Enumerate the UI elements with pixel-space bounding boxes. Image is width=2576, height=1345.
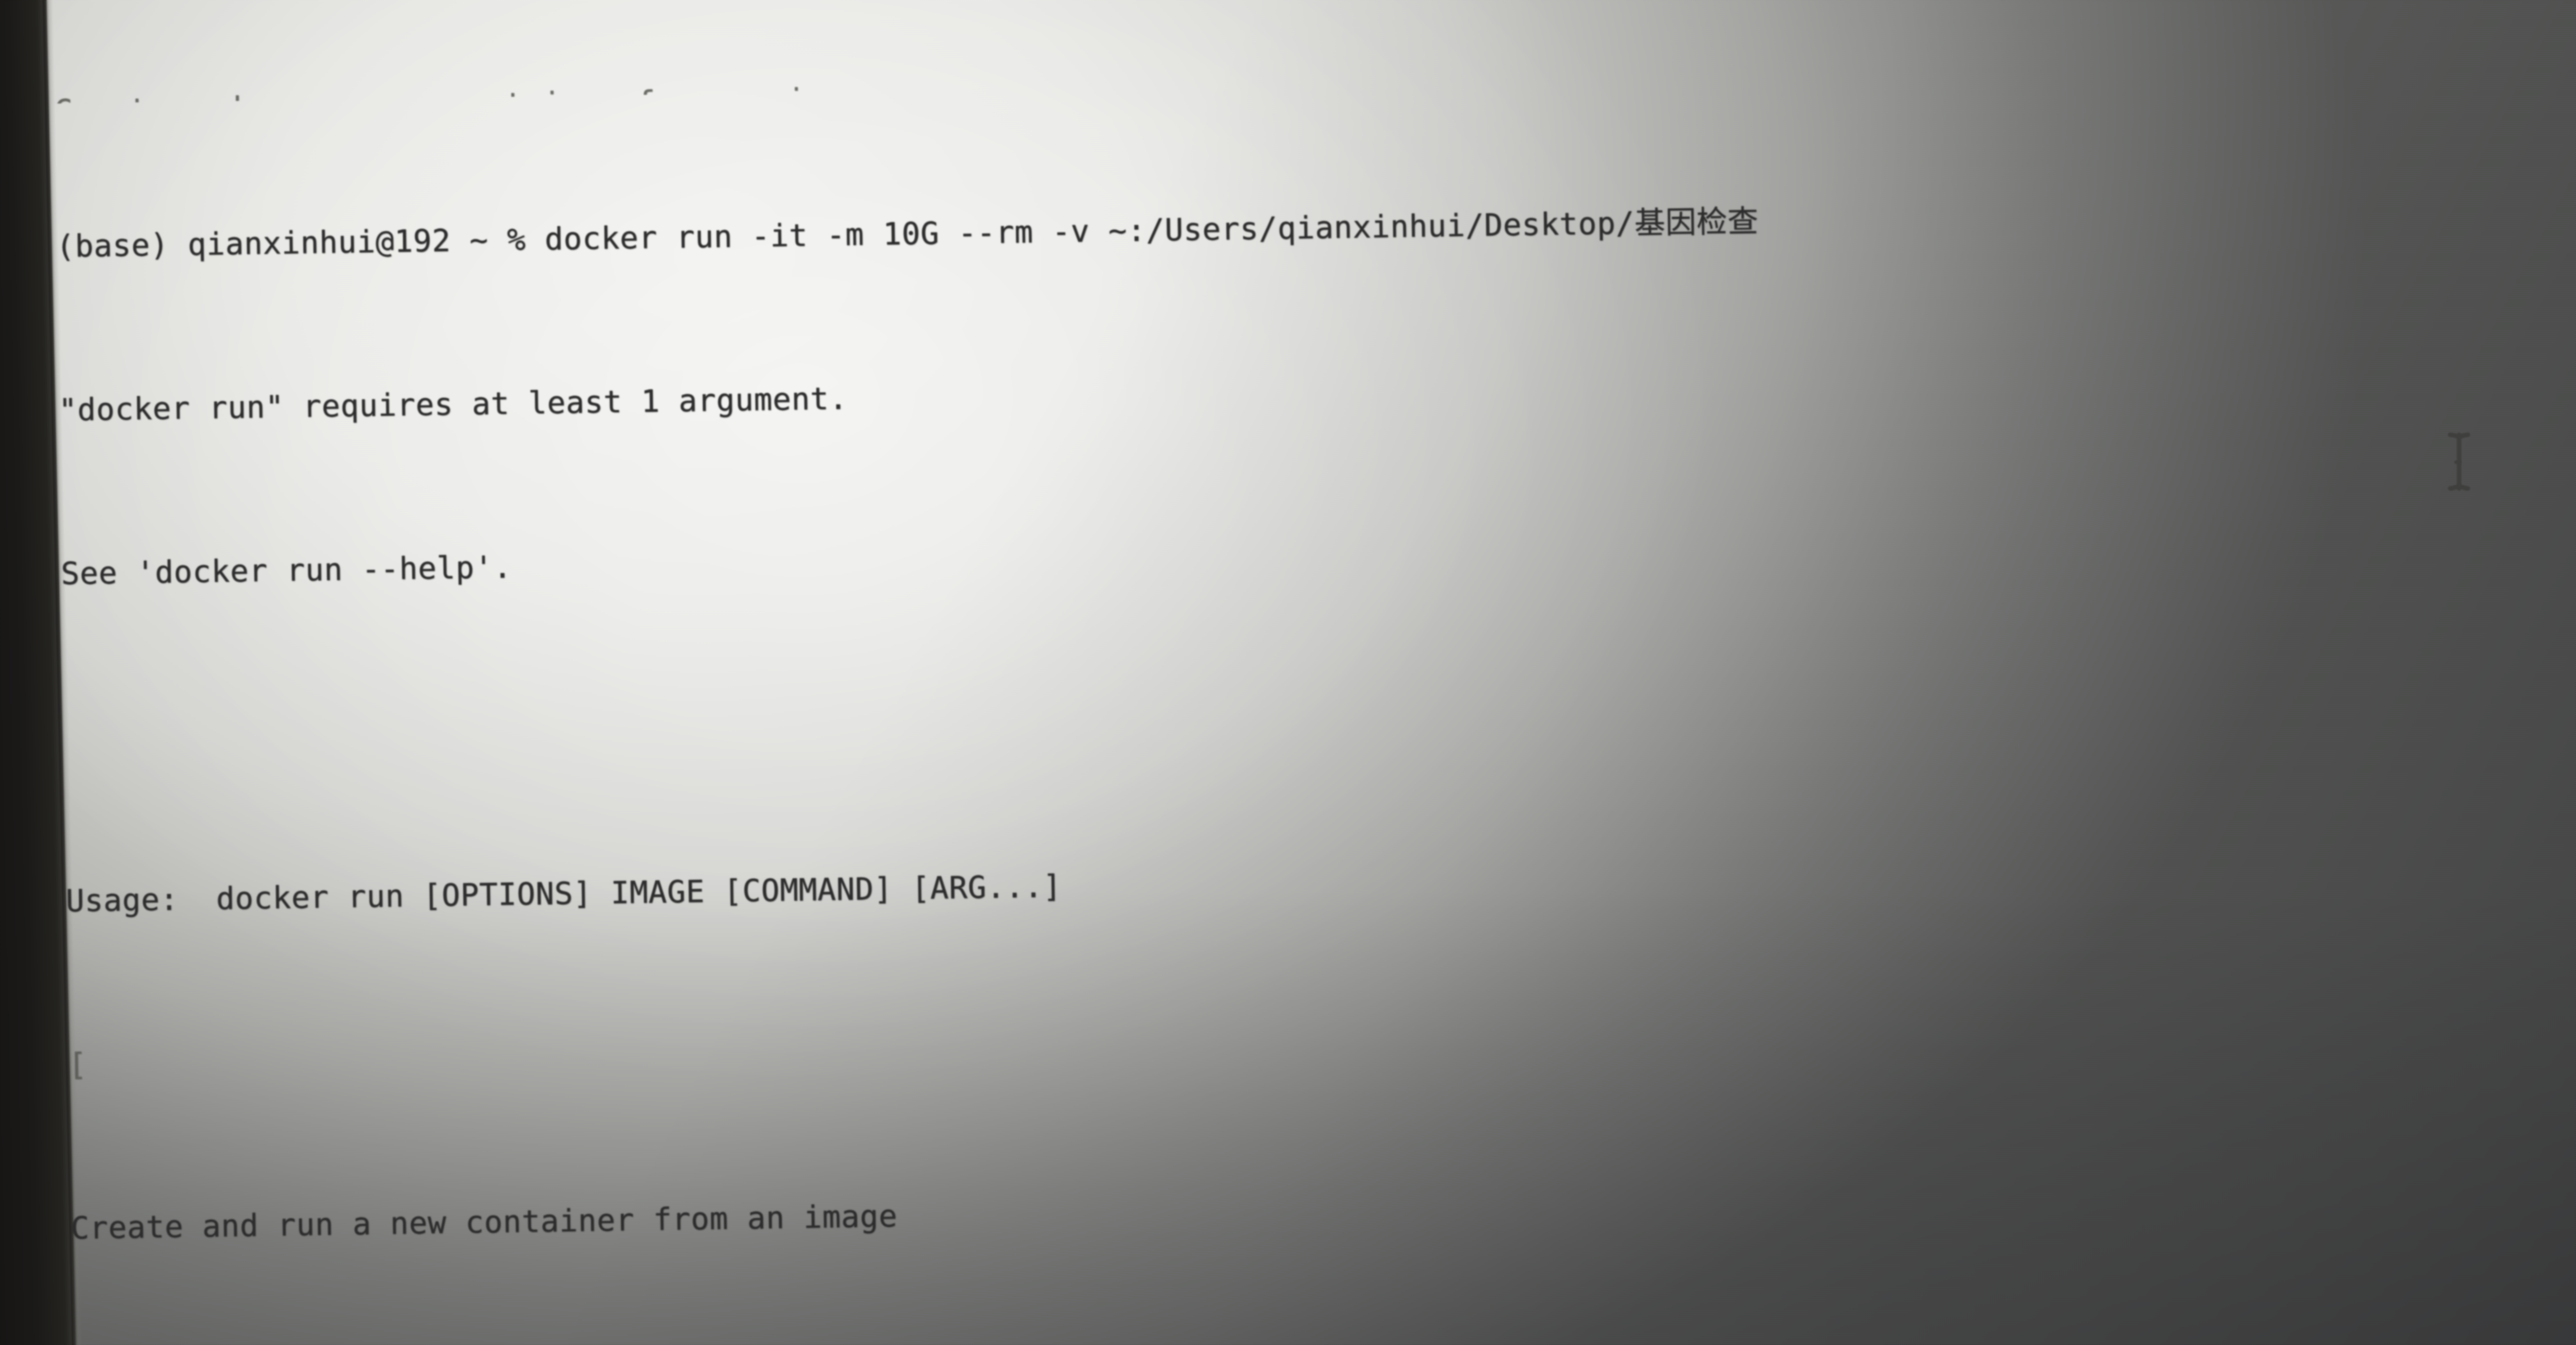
terminal-line-stray-bracket: [ [68, 1046, 88, 1083]
terminal-output[interactable]: Create and run a new container from an i… [52, 0, 2568, 1345]
terminal-line-command: (base) qianxinhui@192 ~ % docker run -it… [56, 203, 1759, 265]
terminal-line-clipped-top: Create and run a new container from an i… [54, 54, 2547, 104]
screenshot-photo: Create and run a new container from an i… [0, 0, 2576, 1345]
terminal-line-prompt[interactable]: (base) qianxinhui@192 ~ % [73, 1335, 2566, 1345]
terminal-line-error: "docker run" requires at least 1 argumen… [58, 380, 848, 428]
terminal-line-description: Create and run a new container from an i… [70, 1198, 898, 1247]
terminal-line-usage: Usage: docker run [OPTIONS] IMAGE [COMMA… [65, 868, 1062, 919]
terminal-line-see-help: See 'docker run --help'. [60, 549, 513, 592]
